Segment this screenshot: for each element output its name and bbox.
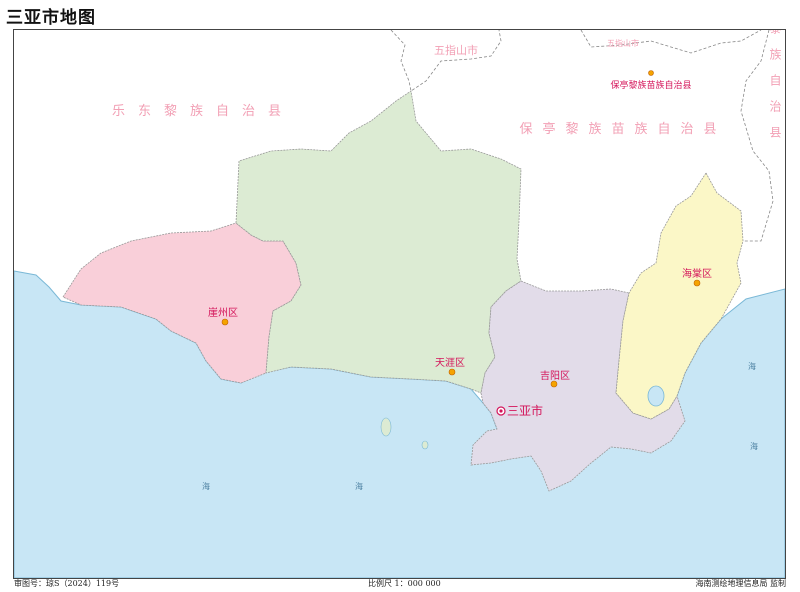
label-baoting: 保亭黎族苗族自治县 bbox=[519, 121, 726, 137]
label-ledong: 乐东黎族自治县 bbox=[112, 103, 294, 119]
footer-publisher: 海南测绘地理信息局 监制 bbox=[695, 579, 786, 588]
label-yazhou: 崖州区 bbox=[208, 307, 238, 319]
island-b bbox=[421, 440, 429, 450]
footer-approval: 审图号：琼S（2024）119号 bbox=[14, 579, 120, 588]
sea-label-3: 海 bbox=[748, 361, 756, 371]
label-wuzhishan: 五指山市 bbox=[434, 43, 478, 57]
sea-label-4: 海 bbox=[750, 441, 758, 451]
label-wuzhishan-small: 五指山市 bbox=[607, 38, 639, 48]
map-title: 三亚市地图 bbox=[6, 8, 96, 28]
sea-label-1: 海 bbox=[202, 481, 210, 491]
marker-yazhou bbox=[221, 318, 229, 326]
sea-label-2: 海 bbox=[355, 481, 363, 491]
map-canvas: 崖州区 天涯区 吉阳区 海棠区 三亚市 乐东黎族自治县 保亭黎族苗族自治县 五指… bbox=[14, 30, 785, 578]
marker-baoting-seat bbox=[648, 70, 654, 76]
label-lingshui: 陵水黎族自治县 bbox=[768, 30, 782, 152]
map-frame: 崖州区 天涯区 吉阳区 海棠区 三亚市 乐东黎族自治县 保亭黎族苗族自治县 五指… bbox=[13, 29, 786, 579]
label-haitang: 海棠区 bbox=[682, 267, 712, 280]
label-tianya: 天涯区 bbox=[435, 356, 465, 369]
marker-tianya bbox=[448, 368, 456, 376]
marker-haitang bbox=[693, 279, 701, 287]
island-a bbox=[380, 417, 392, 437]
label-jiyang: 吉阳区 bbox=[540, 370, 570, 382]
marker-jiyang bbox=[550, 380, 558, 388]
label-baoting-seat: 保亭黎族苗族自治县 bbox=[610, 79, 691, 91]
footer-scale: 比例尺 1：000 000 bbox=[368, 579, 441, 588]
haitang-lagoon bbox=[647, 385, 665, 407]
label-city: 三亚市 bbox=[507, 403, 543, 418]
city-marker-dot bbox=[499, 409, 503, 413]
